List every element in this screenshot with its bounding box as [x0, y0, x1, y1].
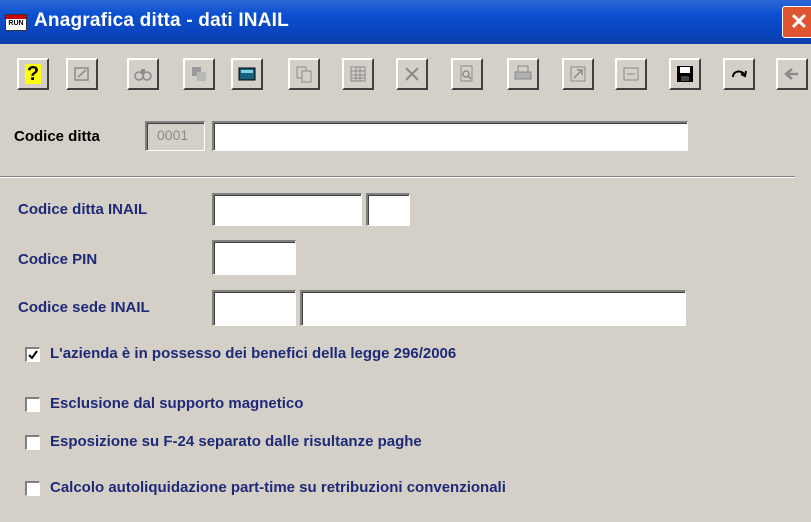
binoculars-icon	[134, 69, 152, 81]
codice-pin-field[interactable]	[212, 240, 296, 275]
notes-icon	[623, 67, 639, 81]
copy-button[interactable]	[288, 58, 320, 90]
properties-button[interactable]	[66, 58, 98, 90]
toolbar: ?	[0, 44, 811, 102]
esposizione-f24-checkbox[interactable]	[25, 435, 40, 450]
codice-ditta-inail-label: Codice ditta INAIL	[18, 201, 148, 218]
codice-ditta-field: 0001	[145, 121, 205, 151]
calculator-button[interactable]	[231, 58, 263, 90]
ragione-sociale-field[interactable]	[212, 121, 688, 151]
delete-icon	[405, 67, 419, 81]
close-button[interactable]: ✕	[782, 6, 811, 38]
esposizione-f24-label: Esposizione su F-24 separato dalle risul…	[50, 433, 422, 450]
title-bar: RUN Anagrafica ditta - dati INAIL ✕	[0, 0, 811, 44]
table-button[interactable]	[342, 58, 374, 90]
select-button[interactable]	[183, 58, 215, 90]
help-icon: ?	[24, 63, 42, 85]
back-arrow-icon	[784, 68, 798, 80]
checkmark-icon	[28, 350, 38, 360]
separator	[0, 176, 795, 178]
benefici-legge-label: L'azienda è in possesso dei benefici del…	[50, 345, 457, 362]
calcolo-autoliquidazione-label: Calcolo autoliquidazione part-time su re…	[50, 479, 506, 496]
codice-ditta-inail-suffix-field[interactable]	[366, 193, 410, 226]
properties-icon	[74, 67, 89, 81]
app-icon: RUN	[5, 14, 27, 31]
preview-button[interactable]	[451, 58, 483, 90]
esclusione-supporto-label: Esclusione dal supporto magnetico	[50, 395, 304, 412]
codice-sede-inail-field[interactable]	[212, 290, 296, 326]
window-title: Anagrafica ditta - dati INAIL	[34, 10, 289, 31]
save-button[interactable]	[669, 58, 701, 90]
export-button[interactable]	[562, 58, 594, 90]
preview-icon	[460, 65, 473, 82]
select-icon	[192, 67, 206, 81]
save-icon	[677, 66, 693, 82]
help-button[interactable]: ?	[17, 58, 49, 90]
sede-inail-description-field[interactable]	[300, 290, 686, 326]
codice-ditta-inail-field[interactable]	[212, 193, 362, 226]
notes-button[interactable]	[615, 58, 647, 90]
codice-sede-inail-label: Codice sede INAIL	[18, 299, 150, 316]
redo-button[interactable]	[723, 58, 755, 90]
table-icon	[350, 66, 366, 82]
search-button[interactable]	[127, 58, 159, 90]
export-icon	[570, 66, 586, 82]
codice-pin-label: Codice PIN	[18, 251, 98, 268]
copy-icon	[296, 66, 312, 83]
delete-button[interactable]	[396, 58, 428, 90]
print-button[interactable]	[507, 58, 539, 90]
back-button[interactable]	[776, 58, 808, 90]
print-icon	[514, 65, 532, 80]
calculator-icon	[238, 67, 256, 81]
calcolo-autoliquidazione-checkbox[interactable]	[25, 481, 40, 496]
codice-ditta-label: Codice ditta	[14, 128, 100, 145]
benefici-legge-checkbox[interactable]	[25, 347, 40, 362]
esclusione-supporto-checkbox[interactable]	[25, 397, 40, 412]
redo-icon	[732, 70, 747, 78]
